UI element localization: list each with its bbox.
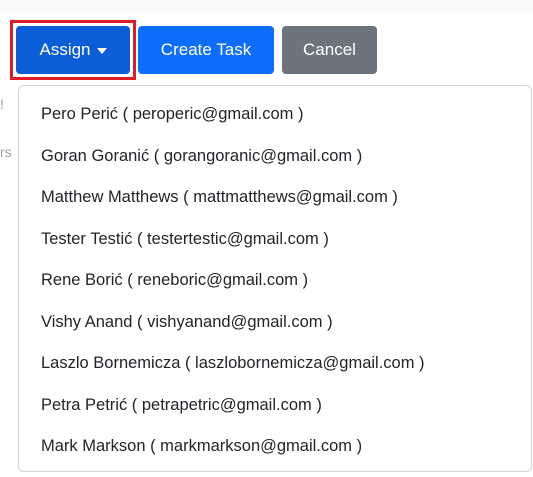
cancel-button[interactable]: Cancel [282, 26, 377, 74]
dropdown-item-user[interactable]: Pero Perić ( peroperic@gmail.com ) [19, 94, 531, 136]
assign-dropdown-menu: Pero Perić ( peroperic@gmail.com ) Goran… [18, 85, 532, 472]
caret-down-icon [96, 48, 107, 54]
background-fragments: ! rs [0, 96, 14, 176]
dropdown-item-user[interactable]: Mark Markson ( markmarkson@gmail.com ) [19, 426, 531, 468]
background-strip [0, 0, 533, 12]
dropdown-item-user[interactable]: Rene Borić ( reneboric@gmail.com ) [19, 260, 531, 302]
assign-button-wrapper: Assign [10, 20, 136, 80]
dropdown-item-user[interactable]: Goran Goranić ( gorangoranic@gmail.com ) [19, 136, 531, 178]
dropdown-item-user[interactable]: Laszlo Bornemicza ( laszlobornemicza@gma… [19, 343, 531, 385]
dropdown-item-user[interactable]: Petra Petrić ( petrapetric@gmail.com ) [19, 385, 531, 427]
assign-button-label: Assign [39, 40, 91, 59]
toolbar: Assign Create Task Cancel [10, 20, 377, 80]
dropdown-item-user[interactable]: Vishy Anand ( vishyanand@gmail.com ) [19, 302, 531, 344]
dropdown-item-user[interactable]: Matthew Matthews ( mattmatthews@gmail.co… [19, 177, 531, 219]
assign-dropdown-button[interactable]: Assign [16, 26, 130, 74]
create-task-button[interactable]: Create Task [138, 26, 274, 74]
dropdown-item-user[interactable]: Tester Testić ( testertestic@gmail.com ) [19, 219, 531, 261]
background-fragment: rs [0, 144, 12, 160]
background-fragment: ! [0, 96, 4, 112]
page: ! rs Assign Create Task Cancel Pero Peri… [0, 0, 533, 477]
